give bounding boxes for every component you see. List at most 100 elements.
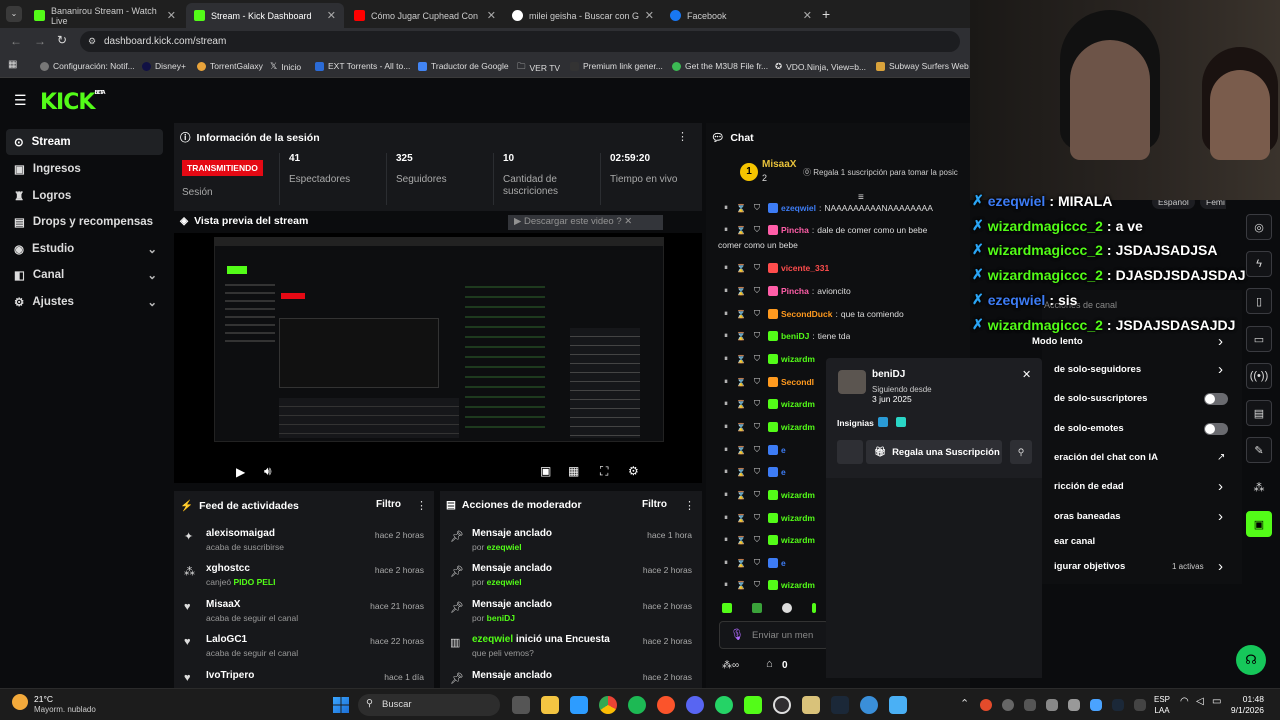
chat-username[interactable]: SecondDuck: [781, 309, 833, 319]
shield-icon[interactable]: ⛉: [754, 467, 760, 477]
feed-row[interactable]: ♥ LaloGC1 acaba de seguir el canal hace 22 …: [174, 634, 434, 670]
toggle-switch[interactable]: [1204, 423, 1228, 435]
rail-camera-icon[interactable]: ◎: [1246, 214, 1272, 240]
timeout-icon[interactable]: ⌛: [736, 355, 746, 364]
chat-username[interactable]: wizardm: [781, 580, 815, 590]
channel-action-item[interactable]: de solo-emotes: [1054, 423, 1124, 434]
bookmark-9[interactable]: Get the M3U8 File fr...: [672, 61, 768, 71]
pin-icon[interactable]: ⏸: [724, 203, 728, 213]
chat-username[interactable]: Pincha: [781, 225, 809, 235]
hamburger-menu-icon[interactable]: ☰: [14, 92, 27, 109]
bookmark-7[interactable]: 🗀 VER TV: [517, 61, 560, 75]
shield-icon[interactable]: ⛉: [754, 513, 760, 523]
chat-message[interactable]: ⏸ ⌛ ⛉ wizardm: [724, 354, 815, 364]
wifi-icon[interactable]: ◠: [1180, 696, 1189, 707]
discord-icon[interactable]: [686, 696, 704, 714]
more-options-icon[interactable]: ⋮: [684, 499, 695, 512]
timeout-icon[interactable]: ⌛: [736, 581, 746, 590]
chat-username[interactable]: wizardm: [781, 354, 815, 364]
nav-estudio[interactable]: ◉ Estudio ⌄: [6, 236, 163, 262]
tab-google[interactable]: milei geisha - Buscar con Goog✕: [504, 3, 662, 28]
toggle-switch[interactable]: [1204, 393, 1228, 405]
chat-username[interactable]: SecondI: [781, 377, 814, 387]
pin-icon[interactable]: ⏸: [724, 377, 728, 387]
feed-row[interactable]: ♥ IvoTripero hace 1 día: [174, 670, 434, 688]
tray-icon-8[interactable]: [1134, 699, 1146, 711]
tab-bananirou[interactable]: Bananirou Stream - Watch Live ✕: [26, 3, 184, 28]
chat-username[interactable]: ezeqwiel: [781, 203, 816, 213]
bookmark-10[interactable]: ✪ VDO.Ninja, View=b...: [775, 61, 866, 72]
pin-icon[interactable]: ⏸: [724, 513, 728, 523]
play-icon[interactable]: ▶: [236, 465, 245, 479]
timeout-icon[interactable]: ⌛: [736, 400, 746, 409]
tray-icon-5[interactable]: [1068, 699, 1080, 711]
chevron-right-icon[interactable]: ›: [1218, 333, 1223, 350]
timeout-icon[interactable]: ⌛: [736, 491, 746, 500]
bookmark-1[interactable]: Configuración: Notif...: [40, 61, 135, 71]
channel-action-item[interactable]: oras baneadas: [1054, 511, 1121, 522]
chat-message[interactable]: ⏸ ⌛ ⛉ SecondDuck: que ta comiendo: [724, 309, 904, 319]
rail-green-app-icon[interactable]: ▣: [1246, 511, 1272, 537]
mod-row[interactable]: 📌︎ Mensaje anclado por ezeqwiel hace 1 hora: [440, 528, 702, 564]
kick-app-icon[interactable]: [744, 696, 762, 714]
whatsapp-icon[interactable]: [715, 696, 733, 714]
bookmark-11[interactable]: Subway Surfers Web: [876, 61, 969, 71]
chat-message[interactable]: ⏸ ⌛ ⛉ wizardm: [724, 422, 815, 432]
pin-icon[interactable]: ⏸: [724, 467, 728, 477]
chat-message[interactable]: ⏸ ⌛ ⛉ wizardm: [724, 399, 815, 409]
chat-username[interactable]: wizardm: [781, 490, 815, 500]
shield-icon[interactable]: ⛉: [754, 490, 760, 500]
shield-icon[interactable]: ⛉: [754, 445, 760, 455]
pin-icon[interactable]: ⏸: [724, 263, 728, 273]
mod-row[interactable]: 📌︎ Mensaje anclado por ezeqwiel hace 2 hora…: [440, 563, 702, 599]
pin-icon[interactable]: ⏸: [724, 422, 728, 432]
timeout-icon[interactable]: ⌛: [736, 226, 746, 235]
tray-chevron-up-icon[interactable]: ⌃: [960, 697, 969, 710]
chevron-right-icon[interactable]: ›: [1218, 558, 1223, 575]
forward-icon[interactable]: →: [34, 34, 46, 48]
pin-icon[interactable]: ⏸: [724, 399, 728, 409]
emotes-icon[interactable]: ⁂∞: [722, 660, 739, 671]
pinned-drag-handle-icon[interactable]: ≡: [858, 192, 864, 203]
shield-icon[interactable]: ⛉: [754, 309, 760, 319]
shield-icon[interactable]: ⛉: [754, 263, 760, 273]
download-video-tooltip[interactable]: ▶ Descargar este video ? ✕: [508, 215, 663, 230]
pin-icon[interactable]: ⏸: [724, 535, 728, 545]
mod-row[interactable]: 📌︎ Mensaje anclado por beniDJ hace 2 horas: [440, 599, 702, 635]
battery-icon[interactable]: ▭: [1212, 696, 1221, 707]
chat-message[interactable]: ⏸ ⌛ ⛉ Pincha: avioncito: [724, 286, 851, 296]
shield-icon[interactable]: ⛉: [754, 580, 760, 590]
channel-action-item[interactable]: eración del chat con IA: [1054, 452, 1158, 463]
tray-icon-1[interactable]: [980, 699, 992, 711]
microphone-icon[interactable]: 🎙︎: [730, 628, 744, 641]
chevron-right-icon[interactable]: ›: [1218, 478, 1223, 495]
channel-action-item[interactable]: de solo-seguidores: [1054, 364, 1141, 375]
chat-message[interactable]: comer como un bebe: [718, 240, 798, 250]
settings-icon[interactable]: ⚙: [628, 464, 639, 478]
chat-message[interactable]: ⏸ ⌛ ⛉ e: [724, 558, 786, 568]
pin-icon[interactable]: ⏸: [724, 558, 728, 568]
photos-icon[interactable]: [889, 696, 907, 714]
chat-username[interactable]: wizardm: [781, 513, 815, 523]
channel-action-item[interactable]: Modo lento: [1032, 336, 1083, 347]
chat-username[interactable]: wizardm: [781, 535, 815, 545]
chat-username[interactable]: wizardm: [781, 422, 815, 432]
user-card-more-button[interactable]: ⚲: [1010, 440, 1032, 464]
tray-icon-7[interactable]: [1112, 699, 1124, 711]
timeout-icon[interactable]: ⌛: [736, 536, 746, 545]
chevron-right-icon[interactable]: ›: [1218, 361, 1223, 378]
volume-icon[interactable]: ◁: [1196, 696, 1204, 707]
top-gifter-name[interactable]: MisaaX: [762, 159, 796, 170]
rail-storage-icon[interactable]: ▤: [1246, 400, 1272, 426]
spotify-icon[interactable]: [628, 696, 646, 714]
gift-prompt[interactable]: ⓪ Regala 1 suscripción para tomar la pos…: [803, 167, 970, 178]
shield-icon[interactable]: ⛉: [754, 203, 760, 213]
back-icon[interactable]: ←: [10, 34, 22, 48]
chat-message[interactable]: ⏸ ⌛ ⛉ wizardm: [724, 580, 815, 590]
timeout-icon[interactable]: ⌛: [736, 559, 746, 568]
nav-ingresos[interactable]: ▣ Ingresos: [6, 156, 163, 182]
channel-action-item[interactable]: igurar objetivos: [1054, 561, 1125, 572]
help-fab-icon[interactable]: ☊: [1236, 645, 1266, 675]
chat-message[interactable]: ⏸ ⌛ ⛉ Pincha: dale de comer como un bebe: [724, 225, 927, 235]
timeout-icon[interactable]: ⌛: [736, 287, 746, 296]
